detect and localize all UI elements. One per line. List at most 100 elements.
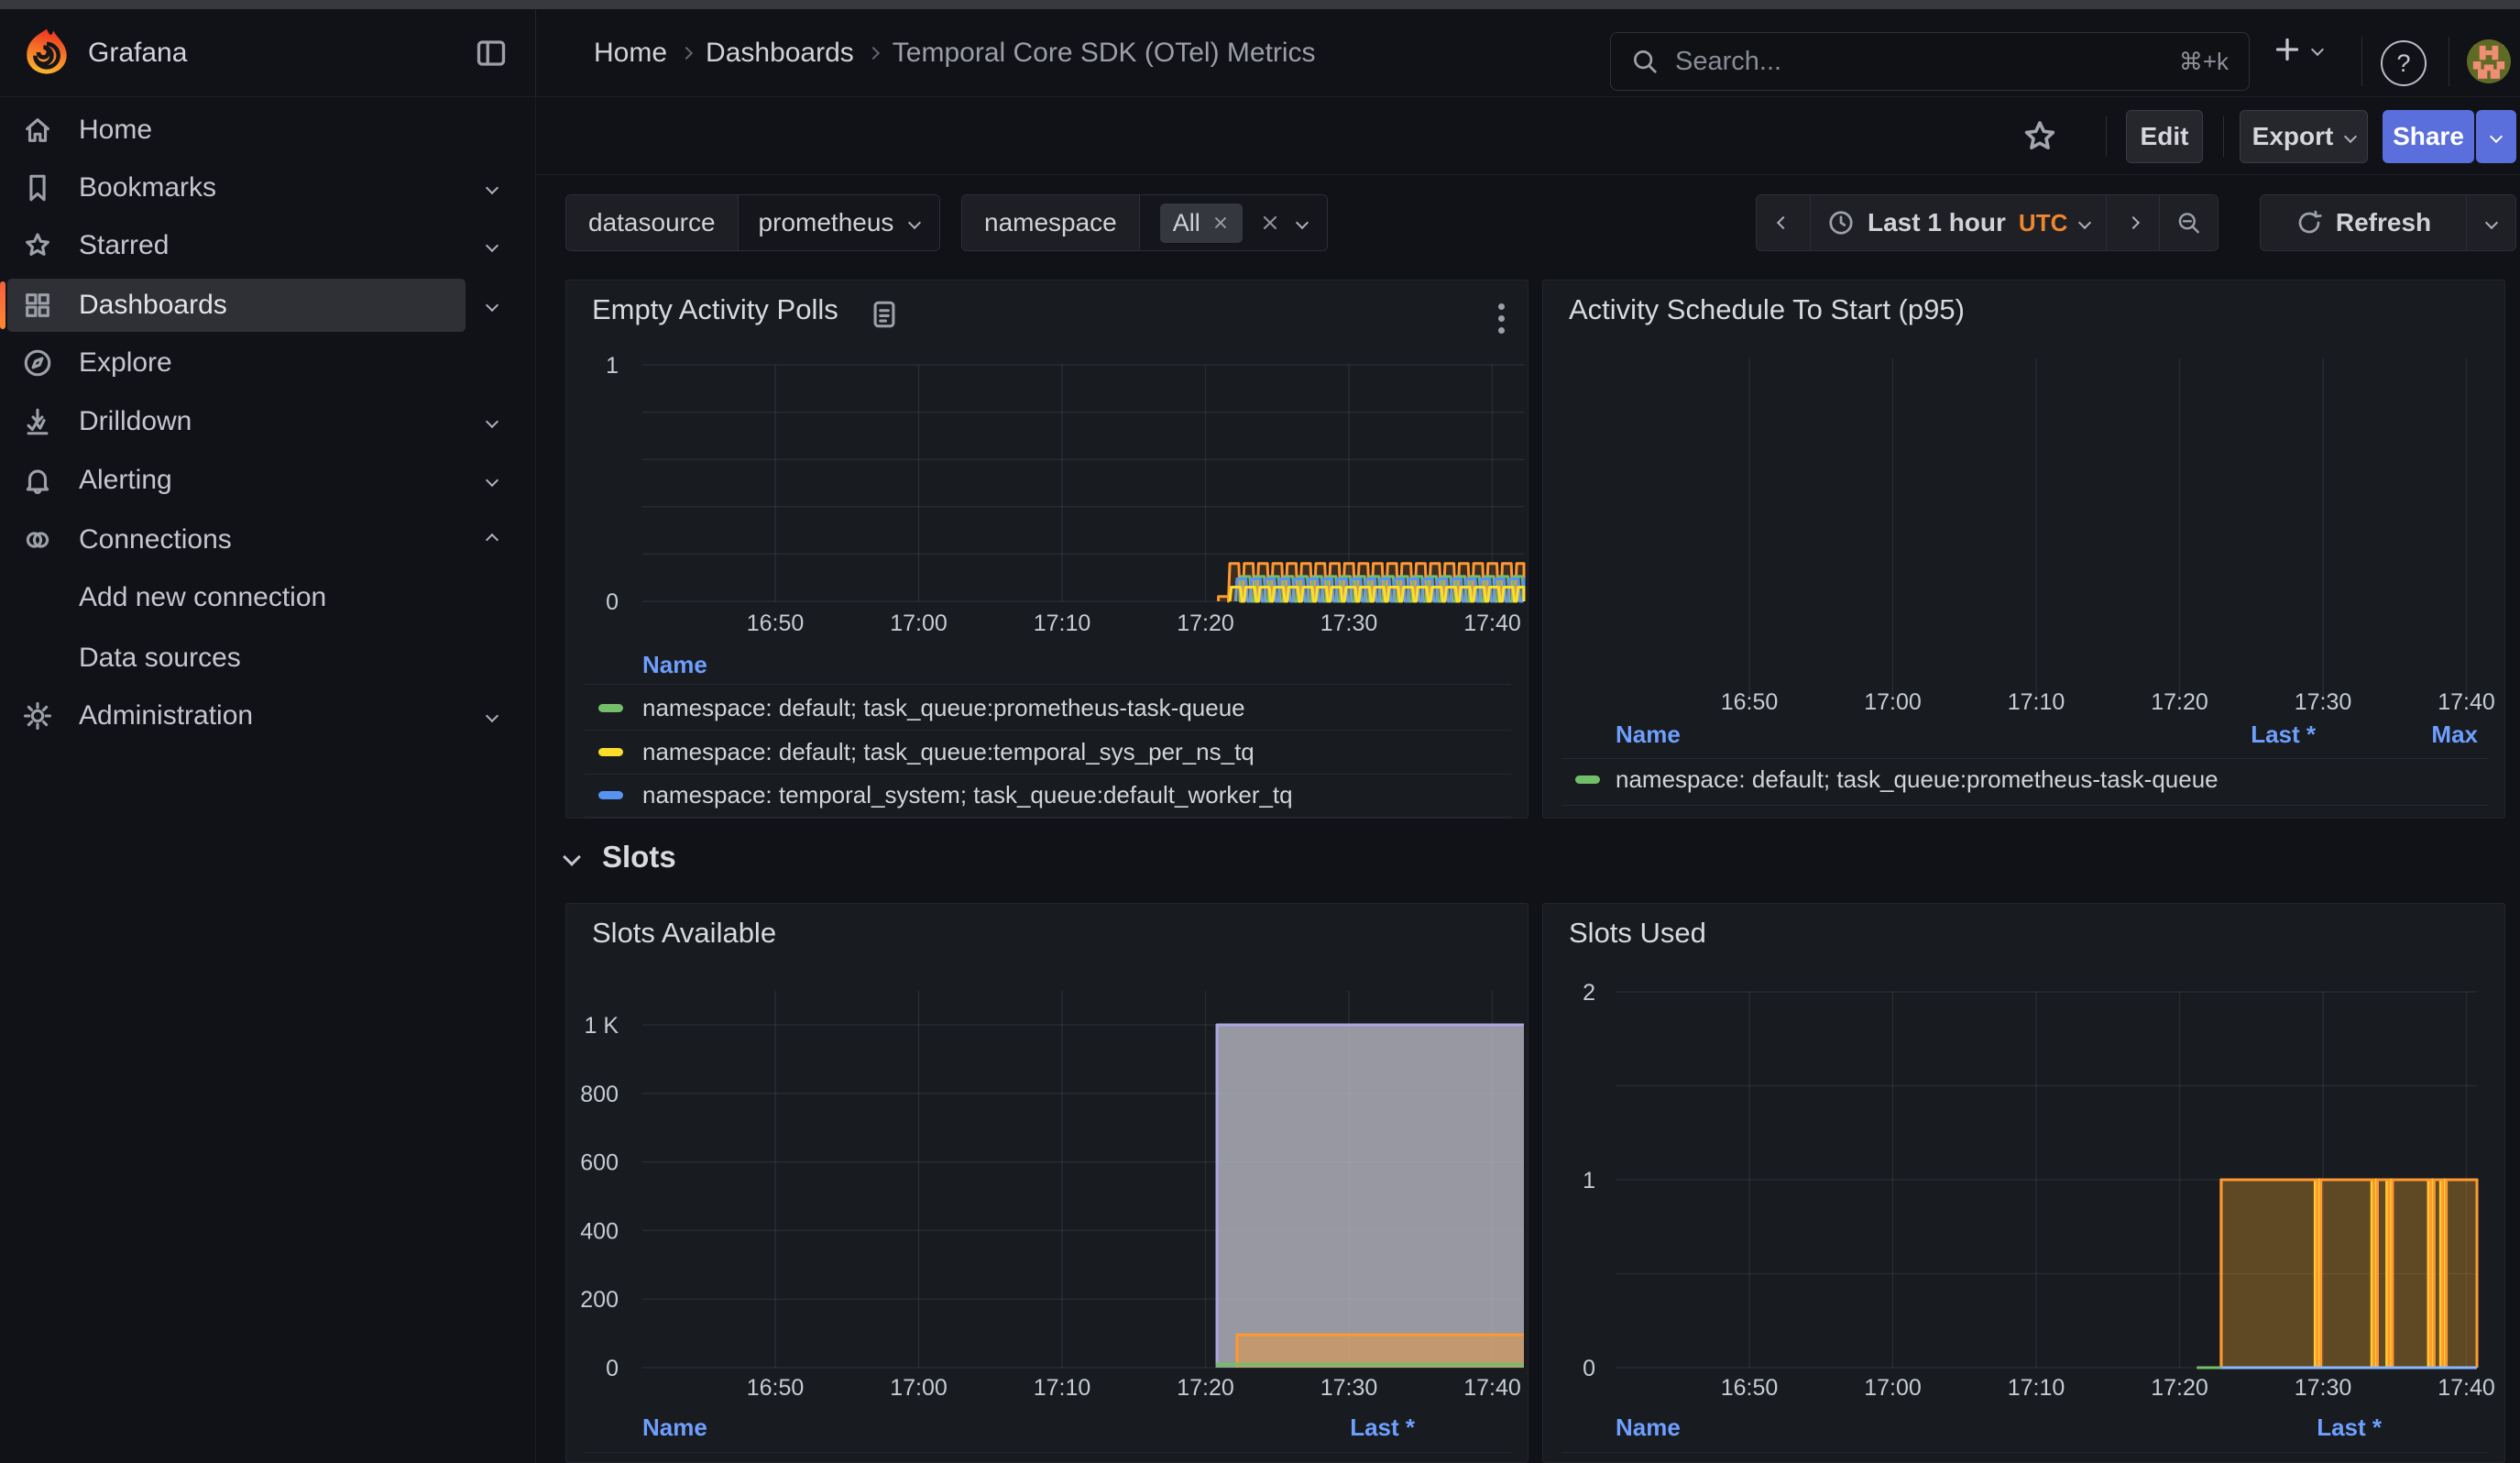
app-header: Grafana HomeDashboardsTemporal Core SDK … (0, 9, 2520, 97)
datasource-selected: prometheus (759, 208, 894, 237)
time-shift-forward-button[interactable] (2106, 195, 2159, 250)
share-menu-button[interactable] (2476, 110, 2516, 163)
svg-text:17:30: 17:30 (1320, 610, 1378, 636)
zoom-out-icon (2176, 208, 2201, 237)
time-shift-back-button[interactable] (1757, 195, 1810, 250)
sidebar-item-home[interactable]: Home (0, 104, 535, 157)
legend-series-name[interactable]: namespace: temporal_system; task_queue:d… (642, 781, 1293, 809)
namespace-chip[interactable]: All (1160, 204, 1243, 243)
sidebar-item-administration[interactable]: Administration (0, 689, 535, 742)
star-dashboard-icon[interactable] (2021, 118, 2058, 155)
panel-slots-used: Slots Used 16:5017:0017:1017:2017:3017:4… (1542, 903, 2505, 1463)
chevron-down-icon[interactable] (486, 710, 499, 722)
refresh-button[interactable]: Refresh (2261, 195, 2466, 250)
legend-header-name[interactable]: Name (642, 1414, 707, 1442)
svg-text:17:30: 17:30 (2295, 1375, 2352, 1401)
search-input[interactable] (1673, 46, 2164, 78)
svg-text:17:20: 17:20 (2151, 689, 2208, 715)
time-range-picker[interactable]: Last 1 hour UTC (1810, 195, 2106, 250)
help-icon: ? (2381, 40, 2427, 86)
sidebar-item-connections[interactable]: Connections (0, 513, 535, 566)
edit-button[interactable]: Edit (2126, 110, 2203, 163)
sidebar-item-label: Explore (79, 336, 172, 390)
search-box[interactable]: ⌘+k (1610, 32, 2250, 91)
chevron-down-icon[interactable] (486, 239, 499, 252)
legend-series-name[interactable]: namespace: default; task_queue:prometheu… (1616, 765, 2219, 794)
datasource-filter-value[interactable]: prometheus (738, 195, 940, 250)
svg-text:17:00: 17:00 (890, 610, 948, 636)
breadcrumb-item[interactable]: Dashboards (706, 38, 854, 69)
svg-text:0: 0 (606, 589, 619, 615)
legend-series-name[interactable]: namespace: default; task_queue:temporal_… (642, 738, 1255, 766)
chevron-down-icon (908, 216, 921, 229)
legend-header-name[interactable]: Name (1616, 720, 1681, 749)
legend-header-max[interactable]: Max (2431, 720, 2478, 749)
legend-header-name[interactable]: Name (642, 651, 707, 679)
clock-icon (1827, 209, 1855, 236)
time-range-label: Last 1 hour (1868, 208, 2006, 237)
refresh-interval-button[interactable] (2466, 195, 2515, 250)
search-icon (1631, 48, 1659, 75)
sidebar-item-alerting[interactable]: Alerting (0, 454, 535, 507)
sidebar-item-highlight (7, 513, 466, 566)
legend-series-name[interactable]: namespace: default; task_queue:prometheu… (642, 694, 1245, 722)
add-menu-button[interactable] (2271, 33, 2322, 66)
sidebar-item-bookmarks[interactable]: Bookmarks (0, 161, 535, 214)
legend-header-last[interactable]: Last * (2317, 1414, 2382, 1442)
sidebar-item-data-sources[interactable]: Data sources (0, 632, 535, 685)
legend-series-name-clipped[interactable]: namespace: default; task_queue:prometheu… (1616, 1458, 2219, 1463)
chevron-down-icon[interactable] (486, 415, 499, 428)
svg-text:1: 1 (606, 353, 619, 379)
remove-chip-icon[interactable] (1211, 214, 1230, 232)
svg-text:17:40: 17:40 (1463, 610, 1521, 636)
toolbar-divider (2223, 116, 2224, 157)
svg-text:17:40: 17:40 (1463, 1375, 1521, 1401)
section-row-slots[interactable]: Slots (565, 830, 676, 885)
grafana-logo-icon (20, 26, 73, 79)
chevron-down-icon[interactable] (486, 182, 499, 194)
svg-text:17:00: 17:00 (890, 1375, 948, 1401)
chevron-down-icon[interactable] (486, 474, 499, 487)
sidebar-item-add-new-connection[interactable]: Add new connection (0, 571, 535, 624)
home-icon (22, 115, 53, 146)
namespace-filter-value[interactable]: All (1139, 195, 1327, 250)
share-button[interactable]: Share (2383, 110, 2474, 163)
chevron-down-icon[interactable] (486, 299, 499, 312)
sidebar-item-explore[interactable]: Explore (0, 336, 535, 390)
slots-available-chart: 16:5017:0017:1017:2017:3017:400200400600… (566, 904, 1528, 1463)
help-button[interactable]: ? (2381, 40, 2427, 86)
svg-text:200: 200 (580, 1287, 619, 1313)
breadcrumb-item[interactable]: Home (594, 38, 667, 69)
svg-text:17:30: 17:30 (2295, 689, 2352, 715)
clear-all-icon[interactable] (1259, 212, 1281, 234)
timezone-label: UTC (2019, 209, 2067, 237)
svg-text:17:00: 17:00 (1864, 1375, 1922, 1401)
sidebar-item-highlight (7, 161, 466, 214)
legend-series-name-clipped[interactable]: namespace: default; task_queue:prometheu… (642, 1458, 1245, 1463)
namespace-filter: namespace All (961, 194, 1328, 251)
sidebar-item-highlight (7, 336, 466, 390)
svg-text:0: 0 (1583, 1356, 1595, 1381)
header-divider (2361, 37, 2362, 86)
legend-header-last[interactable]: Last * (1350, 1414, 1415, 1442)
sidebar-item-starred[interactable]: Starred (0, 219, 535, 272)
chevron-up-icon[interactable] (486, 534, 499, 546)
legend-header-name[interactable]: Name (1616, 1414, 1681, 1442)
section-title: Slots (602, 840, 676, 874)
svg-text:17:10: 17:10 (2008, 689, 2065, 715)
time-picker-group: Last 1 hour UTC (1756, 194, 2219, 251)
dashboard-toolbar: Edit Export Share (535, 96, 2520, 175)
svg-text:1: 1 (1583, 1168, 1595, 1194)
svg-text:16:50: 16:50 (747, 1375, 805, 1401)
sidebar-item-highlight (7, 219, 466, 272)
user-avatar[interactable] (2467, 39, 2511, 83)
sidebar-item-drilldown[interactable]: Drilldown (0, 395, 535, 448)
export-button[interactable]: Export (2240, 110, 2368, 163)
svg-text:0: 0 (606, 1356, 619, 1381)
svg-text:17:10: 17:10 (1034, 610, 1091, 636)
legend-header-last[interactable]: Last * (2251, 720, 2316, 749)
section-collapse-icon (563, 848, 581, 866)
zoom-out-button[interactable] (2159, 195, 2218, 250)
dock-sidebar-icon[interactable] (475, 37, 508, 70)
sidebar-item-dashboards[interactable]: Dashboards (0, 279, 535, 332)
